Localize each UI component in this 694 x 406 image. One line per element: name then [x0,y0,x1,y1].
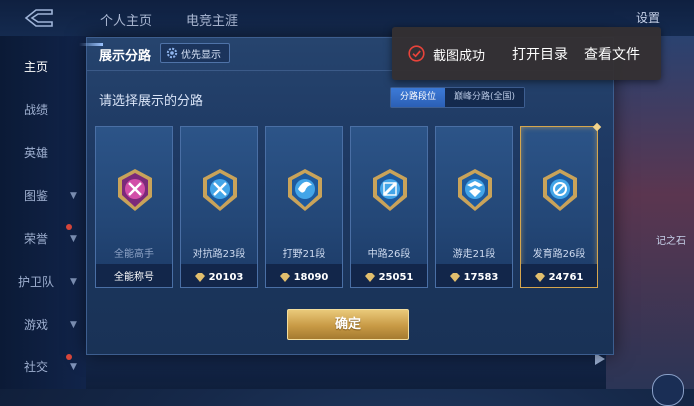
open-directory-link[interactable]: 打开目录 [512,44,568,64]
chevron-down-icon: ▼ [70,234,77,244]
mid-lane-badge-icon [373,169,407,211]
bottom-bar [86,352,606,389]
back-arrow-icon[interactable] [22,6,56,30]
lane-card-farm[interactable]: 发育路26段 24761 [520,122,602,288]
clash-lane-badge-icon [203,169,237,211]
lane-score: 18090 [266,272,342,283]
lane-score: 25051 [351,272,427,283]
success-check-icon [408,45,425,62]
notification-dot [66,354,72,360]
confirm-button[interactable]: 确定 [287,309,409,340]
jungle-badge-icon [288,169,322,211]
lane-score-value: 25051 [378,272,414,283]
sidebar-item-games[interactable]: 游戏 [24,316,48,333]
sidebar: 主页 战绩 英雄 图鉴 ▼ 荣誉 ▼ 护卫队 ▼ 游戏 ▼ 社交 ▼ [0,36,86,389]
selection-prompt: 请选择展示的分路 [99,94,204,109]
lane-score-value: 17583 [463,272,499,283]
rank-points-icon [194,273,205,282]
tab-lane-rank[interactable]: 分路段位 [391,88,446,107]
sidebar-item-honor[interactable]: 荣誉 [24,230,48,247]
sidebar-item-social[interactable]: 社交 [24,358,48,375]
lane-score: 全能称号 [96,268,172,283]
side-caption: 记之石 [656,236,686,247]
view-file-link[interactable]: 查看文件 [584,44,640,64]
sidebar-item-heroes[interactable]: 英雄 [24,144,48,161]
lane-name: 对抗路23段 [192,249,246,260]
hero-artwork: 记之石 [602,36,694,406]
priority-display-label: 优先显示 [181,49,221,61]
notification-dot [66,224,72,230]
lane-card-roam[interactable]: 游走21段 17583 [435,126,513,288]
sidebar-item-home[interactable]: 主页 [24,58,48,75]
lane-name: 中路26段 [367,249,411,260]
tab-personal-home[interactable]: 个人主页 [100,10,152,29]
selected-corner-icon [592,122,602,132]
all-round-badge-icon [118,169,152,211]
lane-card-mid[interactable]: 中路26段 25051 [350,126,428,288]
dialog-title-text: 展示分路 [99,49,152,64]
lane-name: 游走21段 [452,249,496,260]
lane-name: 全能高手 [114,249,154,260]
chevron-down-icon: ▼ [70,191,77,201]
lane-display-dialog: 展示分路 优先显示 请选择展示的分路 分路段位 巅峰分路(全国) 全能高手 全能… [79,37,614,355]
rank-points-icon [364,273,375,282]
screenshot-toast: 截图成功 打开目录 查看文件 [392,27,661,80]
rank-points-icon [534,273,545,282]
lane-score-value: 18090 [293,272,329,283]
lane-score: 20103 [181,272,257,283]
lane-card-all-round[interactable]: 全能高手 全能称号 [95,126,173,288]
tab-peak-lane-national[interactable]: 巅峰分路(全国) [445,88,525,107]
lane-score-value: 全能称号 [114,272,154,283]
priority-display-button[interactable]: 优先显示 [160,43,230,63]
rank-points-icon [279,273,290,282]
roam-badge-icon [458,169,492,211]
lane-card-jungle[interactable]: 打野21段 18090 [265,126,343,288]
gear-icon [166,47,178,59]
farm-lane-badge-icon [543,169,577,211]
tab-esports-career[interactable]: 电竞主涯 [186,10,238,29]
sidebar-item-record[interactable]: 战绩 [24,101,48,118]
lane-name: 发育路26段 [532,249,586,260]
lane-score: 24761 [521,272,597,283]
dialog-title: 展示分路 [79,43,152,64]
lane-card-clash[interactable]: 对抗路23段 20103 [180,126,258,288]
sidebar-item-guard-team[interactable]: 护卫队 [18,273,54,290]
title-accent-line [79,43,103,46]
settings-button[interactable]: 设置 [636,9,660,26]
chevron-down-icon: ▼ [70,320,77,330]
lane-score-value: 20103 [208,272,244,283]
lane-name: 打野21段 [282,249,326,260]
rank-points-icon [449,273,460,282]
sidebar-item-codex[interactable]: 图鉴 [24,187,48,204]
lane-score-value: 24761 [548,272,584,283]
hero-action-button[interactable] [652,374,684,406]
toast-message: 截图成功 [433,49,486,64]
chevron-down-icon: ▼ [70,277,77,287]
rank-type-toggle: 分路段位 巅峰分路(全国) [390,87,526,108]
lane-score: 17583 [436,272,512,283]
chevron-down-icon: ▼ [70,362,77,372]
